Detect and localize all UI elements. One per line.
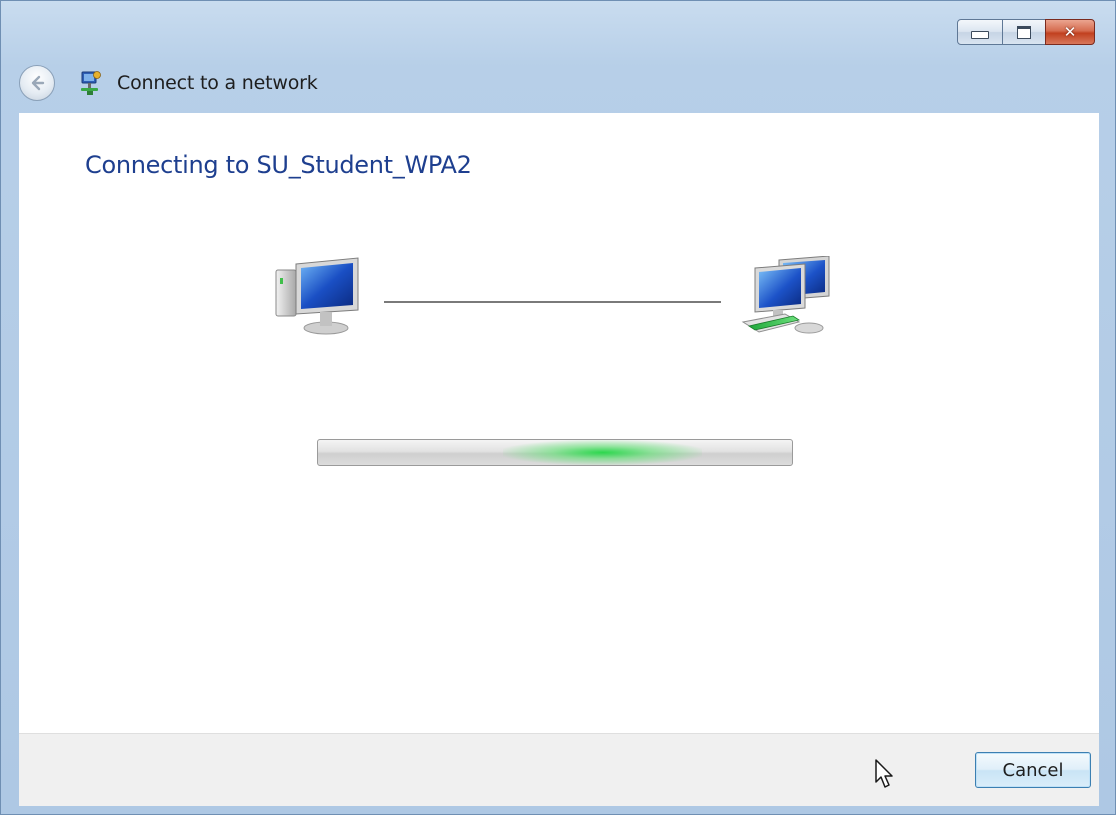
progress-indicator bbox=[503, 440, 702, 465]
close-icon: ✕ bbox=[1063, 22, 1077, 41]
caption-buttons: ✕ bbox=[957, 19, 1095, 45]
maximize-button[interactable] bbox=[1003, 19, 1045, 45]
navigation-row: Connect to a network bbox=[19, 63, 318, 103]
maximize-icon bbox=[1017, 25, 1031, 39]
back-button[interactable] bbox=[19, 65, 55, 101]
connection-line bbox=[384, 301, 721, 303]
computer-icon bbox=[275, 257, 359, 335]
minimize-icon bbox=[971, 31, 989, 39]
minimize-button[interactable] bbox=[957, 19, 1003, 45]
dialog-window: ✕ Connect to a network Connecting to SU_… bbox=[0, 0, 1116, 815]
cancel-button[interactable]: Cancel bbox=[975, 752, 1091, 788]
back-arrow-icon bbox=[31, 75, 45, 91]
mouse-pointer-icon bbox=[875, 759, 893, 788]
content-area: Connecting to SU_Student_WPA2 bbox=[19, 113, 1099, 733]
network-icon bbox=[741, 256, 830, 334]
network-connect-icon bbox=[81, 71, 101, 95]
connection-progress-bar bbox=[317, 439, 793, 466]
close-button[interactable]: ✕ bbox=[1045, 19, 1095, 45]
dialog-title: Connect to a network bbox=[117, 72, 318, 94]
dialog-footer: Cancel bbox=[19, 733, 1099, 806]
page-heading: Connecting to SU_Student_WPA2 bbox=[85, 151, 472, 179]
